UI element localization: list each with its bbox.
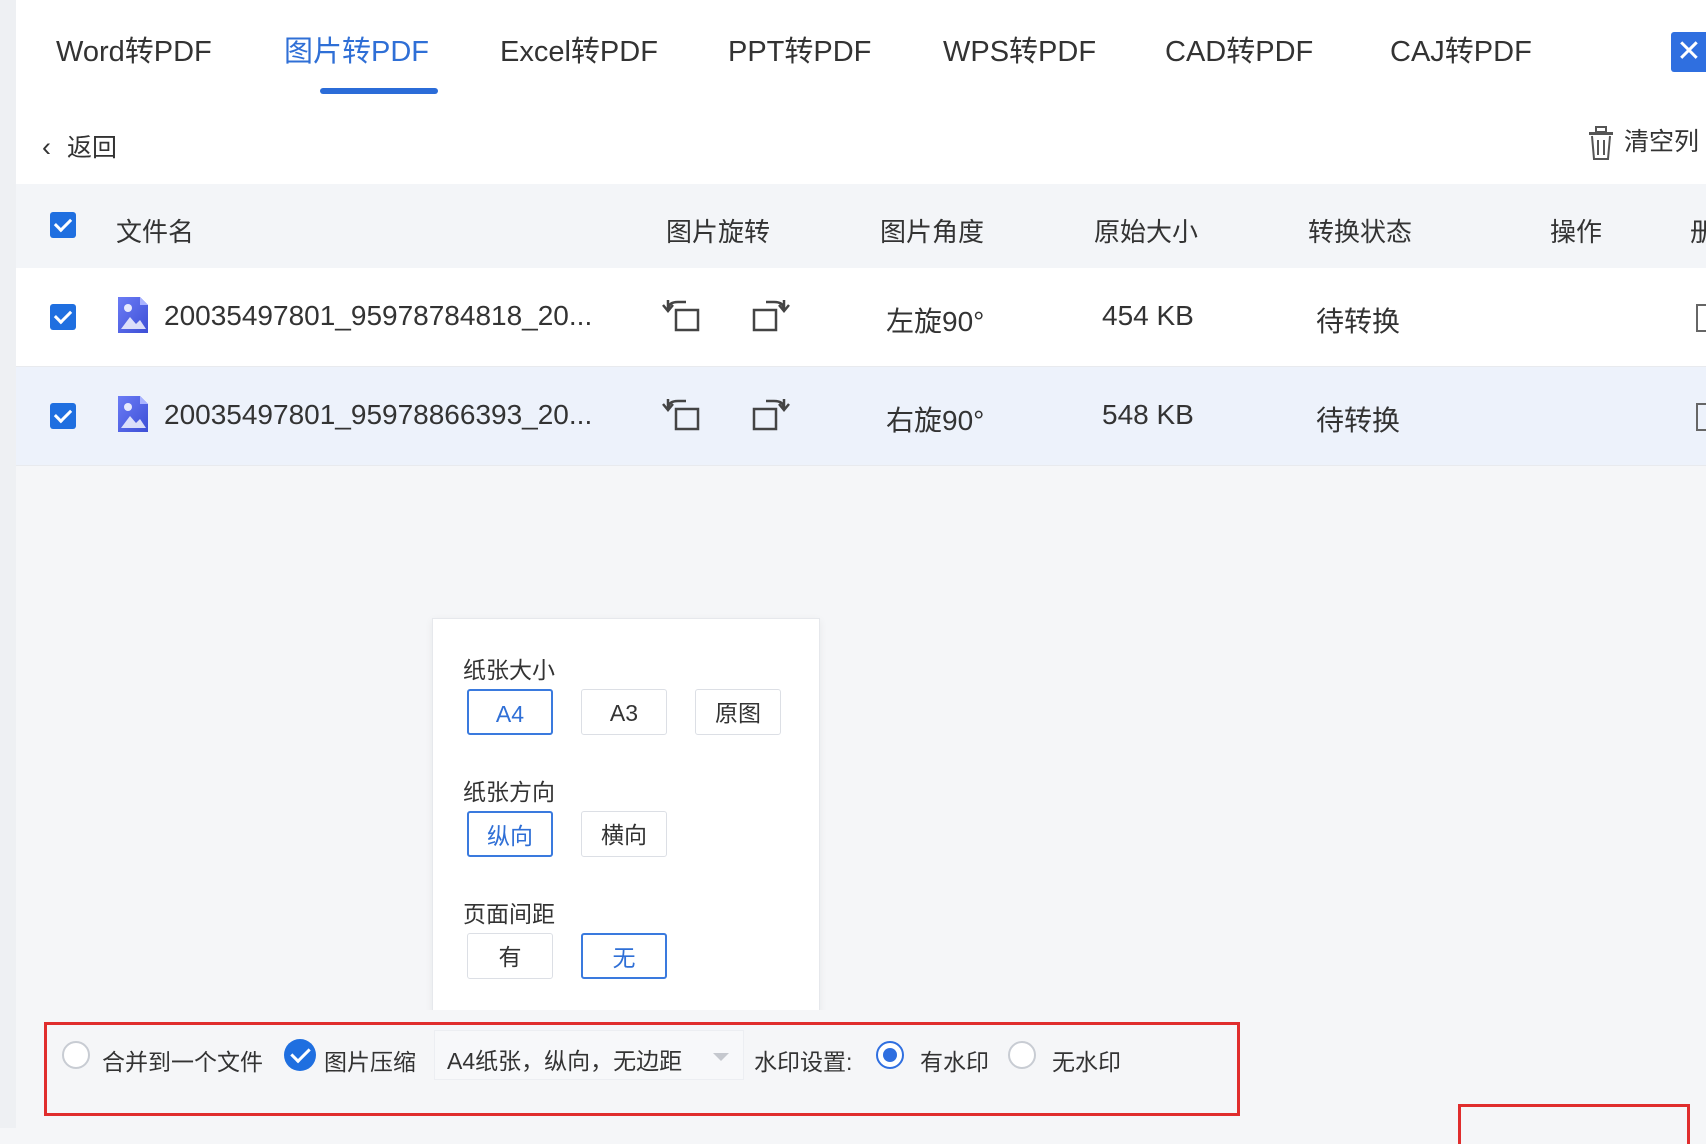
row-checkbox[interactable]	[50, 403, 76, 429]
header-rotate: 图片旋转	[666, 217, 771, 247]
chevron-down-icon	[713, 1053, 729, 1061]
row-delete-icon[interactable]	[1696, 403, 1706, 431]
file-name: 20035497801_95978866393_20...	[164, 399, 593, 430]
list-toolbar: ‹ 返回 清空列	[16, 104, 1706, 184]
orientation-label: 纸张方向	[463, 779, 555, 805]
rotate-right-icon[interactable]	[750, 296, 792, 334]
conversion-status: 待转换	[1316, 405, 1401, 436]
orientation-landscape-option[interactable]: 横向	[581, 811, 667, 857]
watermark-off-radio[interactable]	[1008, 1041, 1036, 1069]
image-file-icon	[118, 297, 148, 333]
page-setting-value: A4纸张，纵向，无边距	[447, 1048, 683, 1074]
compress-label: 图片压缩	[324, 1049, 416, 1075]
tab-excel-to-pdf[interactable]: Excel转PDF	[500, 28, 658, 70]
rotate-left-icon[interactable]	[662, 296, 704, 334]
row-delete-icon[interactable]	[1696, 304, 1706, 332]
tab-bar: Word转PDF 图片转PDF Excel转PDF PPT转PDF WPS转PD…	[16, 0, 1706, 104]
paper-size-label: 纸张大小	[463, 657, 555, 683]
image-angle: 左旋90°	[886, 306, 985, 337]
rotate-left-icon[interactable]	[662, 395, 704, 433]
tab-ppt-to-pdf[interactable]: PPT转PDF	[728, 28, 871, 70]
margin-yes-option[interactable]: 有	[467, 933, 553, 979]
tab-image-to-pdf[interactable]: 图片转PDF	[284, 28, 429, 70]
page-setting-popup: 纸张大小 A4 A3 原图 纸张方向 纵向 横向 页面间距 有 无	[432, 618, 820, 1015]
highlight-annotation	[1458, 1104, 1690, 1144]
paper-size-original-option[interactable]: 原图	[695, 689, 781, 735]
watermark-on-label: 有水印	[920, 1049, 989, 1075]
watermark-on-radio[interactable]	[876, 1041, 904, 1069]
tab-caj-to-pdf[interactable]: CAJ转PDF	[1390, 28, 1654, 70]
converter-panel: Word转PDF 图片转PDF Excel转PDF PPT转PDF WPS转PD…	[16, 0, 1706, 1144]
header-delete: 册	[1690, 217, 1706, 247]
original-size: 548 KB	[1102, 399, 1194, 430]
margin-label: 页面间距	[463, 901, 555, 927]
table-row: 20035497801_95978866393_20... 右旋90° 548 …	[16, 367, 1706, 466]
watermark-off-label: 无水印	[1052, 1049, 1121, 1075]
active-tab-indicator	[320, 88, 438, 94]
close-icon[interactable]: ✕	[1671, 32, 1706, 72]
header-angle: 图片角度	[880, 217, 985, 247]
left-edge	[0, 0, 16, 1128]
page-setting-select[interactable]: A4纸张，纵向，无边距	[434, 1030, 744, 1080]
header-status: 转换状态	[1308, 217, 1413, 247]
clear-label: 清空列	[1624, 128, 1700, 156]
merge-label: 合并到一个文件	[102, 1049, 263, 1075]
tab-wps-to-pdf[interactable]: WPS转PDF	[943, 28, 1096, 70]
orientation-portrait-option[interactable]: 纵向	[467, 811, 553, 857]
image-angle: 右旋90°	[886, 405, 985, 436]
conversion-options-bar: 合并到一个文件 图片压缩 A4纸张，纵向，无边距 水印设置: 有水印 无水印	[16, 1010, 1706, 1144]
tab-word-to-pdf[interactable]: Word转PDF	[56, 28, 212, 70]
clear-list-button[interactable]: 清空列	[1588, 122, 1700, 161]
trash-icon	[1589, 126, 1613, 161]
chevron-left-icon: ‹	[42, 132, 51, 162]
conversion-status: 待转换	[1316, 306, 1401, 337]
back-label: 返回	[67, 134, 118, 162]
image-file-icon	[118, 396, 148, 432]
file-name: 20035497801_95978784818_20...	[164, 300, 593, 331]
header-size: 原始大小	[1094, 217, 1199, 247]
row-checkbox[interactable]	[50, 304, 76, 330]
table-row: 20035497801_95978784818_20... 左旋90° 454 …	[16, 268, 1706, 367]
table-header: 文件名 图片旋转 图片角度 原始大小 转换状态 操作 册	[16, 184, 1706, 269]
back-button[interactable]: ‹ 返回	[42, 128, 117, 164]
margin-no-option[interactable]: 无	[581, 933, 667, 979]
paper-size-a3-option[interactable]: A3	[581, 689, 667, 735]
watermark-setting-label: 水印设置:	[754, 1049, 853, 1075]
rotate-right-icon[interactable]	[750, 395, 792, 433]
original-size: 454 KB	[1102, 300, 1194, 331]
header-filename: 文件名	[116, 217, 195, 247]
merge-radio[interactable]	[62, 1041, 90, 1069]
select-all-checkbox[interactable]	[50, 212, 76, 238]
header-action: 操作	[1550, 217, 1603, 247]
tab-cad-to-pdf[interactable]: CAD转PDF	[1165, 28, 1313, 70]
compress-checkbox[interactable]	[284, 1039, 316, 1071]
paper-size-a4-option[interactable]: A4	[467, 689, 553, 735]
